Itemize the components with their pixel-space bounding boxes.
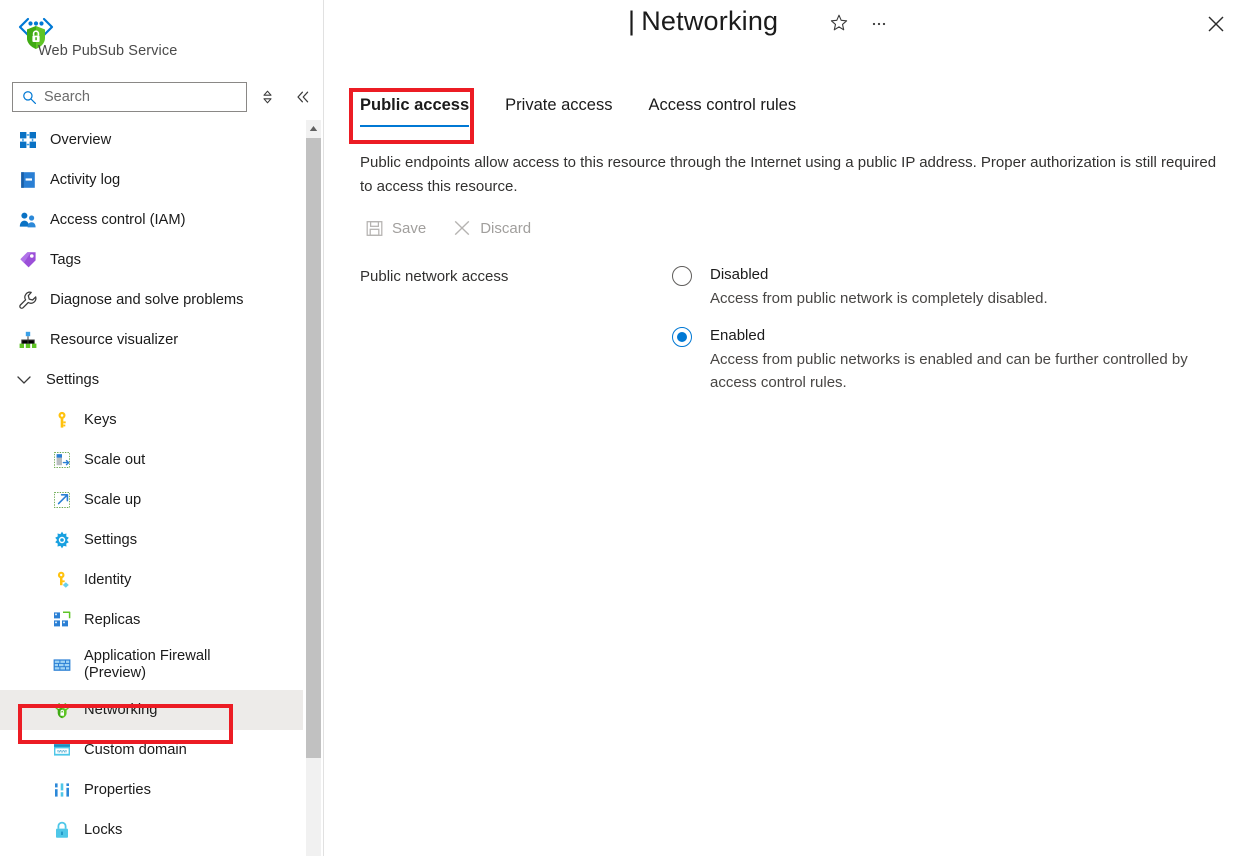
azure-portal-networking-blade: Web PubSub Service Search Overview Activ… bbox=[0, 0, 1248, 856]
sidebar-item-label: Activity log bbox=[50, 172, 121, 188]
save-disk-icon bbox=[364, 218, 384, 238]
discard-label: Discard bbox=[480, 219, 532, 237]
sidebar-item-label: Scale up bbox=[84, 492, 142, 508]
tab-access-control-rules[interactable]: Access control rules bbox=[648, 96, 796, 127]
sidebar-item-label: Properties bbox=[84, 782, 151, 798]
identity-key-icon bbox=[52, 570, 72, 590]
radio-button-enabled[interactable] bbox=[672, 327, 692, 347]
sidebar-item-networking[interactable]: Networking bbox=[0, 690, 303, 730]
sidebar-item-label: Identity bbox=[84, 572, 132, 588]
sidebar-scrollbar-thumb[interactable] bbox=[306, 138, 321, 758]
tab-public-access[interactable]: Public access bbox=[360, 96, 470, 127]
replicas-icon bbox=[52, 610, 72, 630]
sidebar-item-activity-log[interactable]: Activity log bbox=[0, 160, 303, 200]
radio-description: Access from public network is completely… bbox=[710, 290, 1048, 307]
public-network-access-label: Public network access bbox=[360, 268, 509, 285]
sidebar-item-label: Keys bbox=[84, 412, 117, 428]
scale-up-icon bbox=[52, 490, 72, 510]
sidebar-item-label: Diagnose and solve problems bbox=[50, 292, 244, 308]
radio-option-disabled[interactable]: Disabled Access from public network is co… bbox=[672, 264, 1232, 310]
star-outline-icon[interactable] bbox=[826, 10, 852, 36]
close-x-icon[interactable] bbox=[1203, 11, 1229, 37]
search-icon bbox=[22, 90, 37, 105]
sidebar-item-label: Settings bbox=[84, 532, 138, 548]
sidebar-item-label: Access control (IAM) bbox=[50, 212, 186, 228]
sidebar-item-access-control-iam[interactable]: Access control (IAM) bbox=[0, 200, 303, 240]
search-input[interactable] bbox=[44, 89, 224, 105]
collapse-sidebar-icon[interactable] bbox=[292, 86, 314, 108]
lock-icon bbox=[52, 820, 72, 840]
sidebar-item-custom-domain[interactable]: www Custom domain bbox=[0, 730, 303, 770]
sidebar-sort-toggle-icon[interactable] bbox=[256, 86, 278, 108]
save-button[interactable]: Save bbox=[364, 218, 426, 238]
page-title: | Networking bbox=[628, 6, 778, 37]
tab-private-access[interactable]: Private access bbox=[505, 96, 612, 127]
brand-header: Web PubSub Service bbox=[0, 0, 324, 70]
search-box[interactable] bbox=[12, 82, 247, 112]
sidebar-item-label: Locks bbox=[84, 822, 123, 838]
key-icon bbox=[52, 410, 72, 430]
sidebar-item-identity[interactable]: Identity bbox=[0, 560, 303, 600]
overview-grid-icon bbox=[18, 130, 38, 150]
sidebar-item-application-firewall-preview[interactable]: Application Firewall (Preview) bbox=[0, 640, 303, 690]
save-label: Save bbox=[392, 219, 427, 237]
sidebar-item-scale-up[interactable]: Scale up bbox=[0, 480, 303, 520]
sidebar-item-resource-visualizer[interactable]: Resource visualizer bbox=[0, 320, 303, 360]
chevron-down-icon bbox=[14, 370, 34, 390]
scale-out-icon bbox=[52, 450, 72, 470]
page-title-text: Networking bbox=[641, 6, 779, 36]
sidebar-item-label: Custom domain bbox=[84, 742, 187, 758]
firewall-icon bbox=[52, 655, 72, 675]
public-network-access-radio-group: Disabled Access from public network is co… bbox=[672, 264, 1232, 409]
activity-log-icon bbox=[18, 170, 38, 190]
radio-title: Disabled bbox=[710, 266, 769, 283]
sidebar-item-replicas[interactable]: Replicas bbox=[0, 600, 303, 640]
radio-title: Enabled bbox=[710, 327, 766, 344]
radio-description: Access from public networks is enabled a… bbox=[710, 351, 1188, 391]
discard-button[interactable]: Discard bbox=[452, 218, 531, 238]
discard-x-icon bbox=[452, 218, 472, 238]
sidebar-item-settings[interactable]: Settings bbox=[0, 520, 303, 560]
svg-text:www: www bbox=[57, 749, 67, 754]
sidebar-item-locks[interactable]: Locks bbox=[0, 810, 303, 850]
title-separator: | bbox=[628, 6, 636, 36]
properties-icon bbox=[52, 780, 72, 800]
sidebar-item-overview[interactable]: Overview bbox=[0, 120, 303, 160]
sidebar-item-label: Settings bbox=[46, 372, 100, 388]
tags-icon bbox=[18, 250, 38, 270]
sidebar-item-label: Networking bbox=[84, 702, 158, 718]
sidebar-item-label: Scale out bbox=[84, 452, 146, 468]
tab-bar: Public access Private access Access contro… bbox=[360, 96, 832, 127]
sidebar-item-label: Tags bbox=[50, 252, 82, 268]
sidebar-item-scale-out[interactable]: Scale out bbox=[0, 440, 303, 480]
sidebar-item-label: Overview bbox=[50, 132, 112, 148]
radio-option-enabled[interactable]: Enabled Access from public networks is en… bbox=[672, 325, 1232, 394]
sidebar-item-properties[interactable]: Properties bbox=[0, 770, 303, 810]
sidebar-item-label: Replicas bbox=[84, 612, 141, 628]
sidebar-scroll-up-icon[interactable] bbox=[306, 120, 321, 136]
search-row bbox=[0, 82, 324, 114]
sidebar-nav-list: Overview Activity log Access control (IAM)… bbox=[0, 120, 303, 850]
networking-icon bbox=[52, 700, 72, 720]
sidebar-nav: Overview Activity log Access control (IAM)… bbox=[0, 120, 324, 856]
sidebar-item-keys[interactable]: Keys bbox=[0, 400, 303, 440]
sidebar-item-tags[interactable]: Tags bbox=[0, 240, 303, 280]
access-control-people-icon bbox=[18, 210, 38, 230]
sidebar-item-label: Application Firewall (Preview) bbox=[84, 648, 211, 681]
sidebar-item-settings[interactable]: Settings bbox=[0, 360, 303, 400]
resource-sidebar: Web PubSub Service Search Overview Activ… bbox=[0, 0, 324, 856]
resource-visualizer-icon bbox=[18, 330, 38, 350]
brand-name: Web PubSub Service bbox=[38, 43, 178, 59]
wrench-icon bbox=[18, 290, 38, 310]
public-access-description: Public endpoints allow access to this re… bbox=[360, 154, 1217, 195]
ellipsis-icon[interactable] bbox=[866, 10, 892, 36]
sidebar-item-diagnose-and-solve-problems[interactable]: Diagnose and solve problems bbox=[0, 280, 303, 320]
gear-icon bbox=[52, 530, 72, 550]
custom-domain-icon: www bbox=[52, 740, 72, 760]
radio-button-disabled[interactable] bbox=[672, 266, 692, 286]
sidebar-item-label: Resource visualizer bbox=[50, 332, 179, 348]
command-bar: Save Discard bbox=[364, 218, 531, 238]
